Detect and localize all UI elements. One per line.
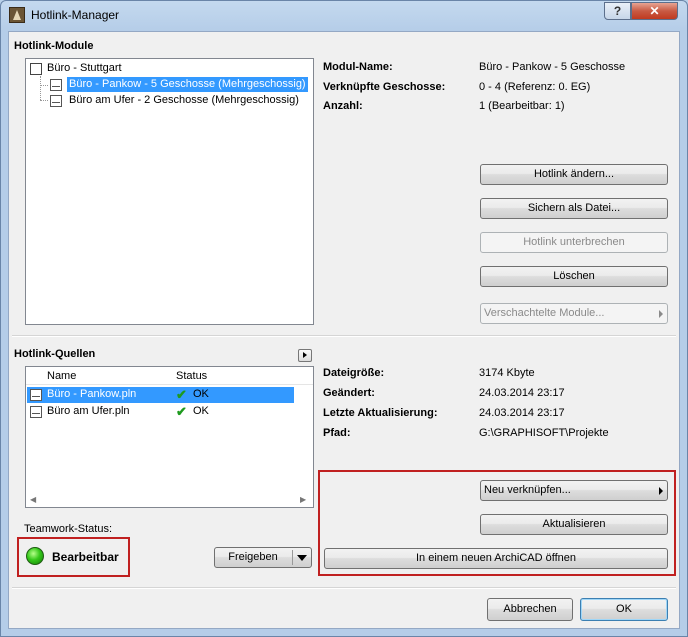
- modified-value: 24.03.2014 23:17: [479, 387, 565, 399]
- modified-label: Geändert:: [323, 387, 375, 399]
- path-label: Pfad:: [323, 427, 351, 439]
- hotlink-module-icon: [50, 79, 62, 91]
- file-size-value: 3174 Kbyte: [479, 367, 535, 379]
- submenu-arrow-icon: [659, 310, 663, 318]
- root-module-icon: [30, 63, 42, 75]
- footer-divider: [12, 587, 676, 589]
- tree-item-label: Büro - Pankow - 5 Geschosse (Mehrgeschos…: [67, 77, 308, 92]
- change-hotlink-button[interactable]: Hotlink ändern...: [480, 164, 668, 185]
- status-green-light-icon: [26, 547, 44, 565]
- archicad-app-icon: [9, 7, 25, 23]
- tree-item-label: Büro am Ufer - 2 Geschosse (Mehrgeschoss…: [69, 94, 299, 106]
- pln-file-icon: [30, 406, 42, 418]
- cancel-button[interactable]: Abbrechen: [487, 598, 573, 621]
- last-update-value: 24.03.2014 23:17: [479, 407, 565, 419]
- hotlink-manager-window: Hotlink-Manager ? ✕ Hotlink-Module Büro …: [0, 0, 688, 637]
- source-row-pankow[interactable]: Büro - Pankow.pln: [27, 387, 294, 403]
- column-header-name[interactable]: Name: [47, 370, 76, 382]
- submenu-arrow-icon: [659, 487, 663, 495]
- linked-stories-value: 0 - 4 (Referenz: 0. EG): [479, 81, 591, 93]
- hotlink-module-icon: [50, 95, 62, 107]
- split-divider: [292, 550, 293, 565]
- source-name: Büro am Ufer.pln: [47, 405, 130, 417]
- source-status: OK: [193, 405, 209, 417]
- section-divider: [12, 335, 676, 337]
- relink-button[interactable]: Neu verknüpfen...: [480, 480, 668, 501]
- release-split-button[interactable]: Freigeben: [214, 547, 312, 568]
- sources-expand-arrow-icon[interactable]: [298, 349, 312, 362]
- release-label: Freigeben: [228, 551, 278, 563]
- last-update-label: Letzte Aktualisierung:: [323, 407, 438, 419]
- update-button[interactable]: Aktualisieren: [480, 514, 668, 535]
- source-name: Büro - Pankow.pln: [47, 388, 137, 400]
- modules-tree[interactable]: Büro - Stuttgart Büro - Pankow - 5 Gesch…: [25, 58, 314, 325]
- break-hotlink-button[interactable]: Hotlink unterbrechen: [480, 232, 668, 253]
- status-ok-check-icon: ✔: [176, 404, 187, 419]
- teamwork-status-label: Teamwork-Status:: [24, 523, 113, 535]
- help-button[interactable]: ?: [604, 2, 631, 20]
- sources-section-header: Hotlink-Quellen: [14, 348, 96, 360]
- status-ok-check-icon: ✔: [176, 387, 187, 402]
- scroll-left-icon[interactable]: ◀: [30, 495, 36, 504]
- modules-section-header: Hotlink-Module: [14, 40, 94, 52]
- delete-button[interactable]: Löschen: [480, 266, 668, 287]
- sources-list[interactable]: Name Status Büro - Pankow.pln ✔ OK Büro …: [25, 366, 314, 508]
- linked-stories-label: Verknüpfte Geschosse:: [323, 81, 446, 93]
- column-header-status[interactable]: Status: [176, 370, 207, 382]
- dropdown-arrow-icon[interactable]: [297, 555, 307, 561]
- open-in-new-archicad-button[interactable]: In einem neuen ArchiCAD öffnen: [324, 548, 668, 569]
- dialog-client-area: Hotlink-Module Büro - Stuttgart Büro - P…: [8, 31, 680, 629]
- tree-item-label: Büro - Stuttgart: [47, 62, 122, 74]
- window-title: Hotlink-Manager: [31, 8, 120, 22]
- pln-file-icon: [30, 389, 42, 401]
- count-value: 1 (Bearbeitbar: 1): [479, 100, 565, 112]
- module-name-value: Büro - Pankow - 5 Geschosse: [479, 61, 626, 73]
- scroll-right-icon[interactable]: ▶: [300, 495, 306, 504]
- tree-connector: [40, 100, 48, 101]
- module-name-label: Modul-Name:: [323, 61, 393, 73]
- tree-connector: [40, 85, 48, 86]
- tree-connector: [40, 76, 41, 100]
- teamwork-status-value: Bearbeitbar: [52, 550, 119, 564]
- path-value: G:\GRAPHISOFT\Projekte: [479, 427, 609, 439]
- relink-label: Neu verknüpfen...: [484, 484, 571, 496]
- file-size-label: Dateigröße:: [323, 367, 385, 379]
- ok-button[interactable]: OK: [580, 598, 668, 621]
- nested-modules-button[interactable]: Verschachtelte Module...: [480, 303, 668, 324]
- close-button[interactable]: ✕: [631, 2, 678, 20]
- source-status: OK: [193, 388, 209, 400]
- count-label: Anzahl:: [323, 100, 363, 112]
- save-as-file-button[interactable]: Sichern als Datei...: [480, 198, 668, 219]
- nested-modules-label: Verschachtelte Module...: [484, 307, 605, 319]
- title-bar[interactable]: Hotlink-Manager ? ✕: [1, 1, 687, 29]
- column-header-divider: [26, 384, 313, 385]
